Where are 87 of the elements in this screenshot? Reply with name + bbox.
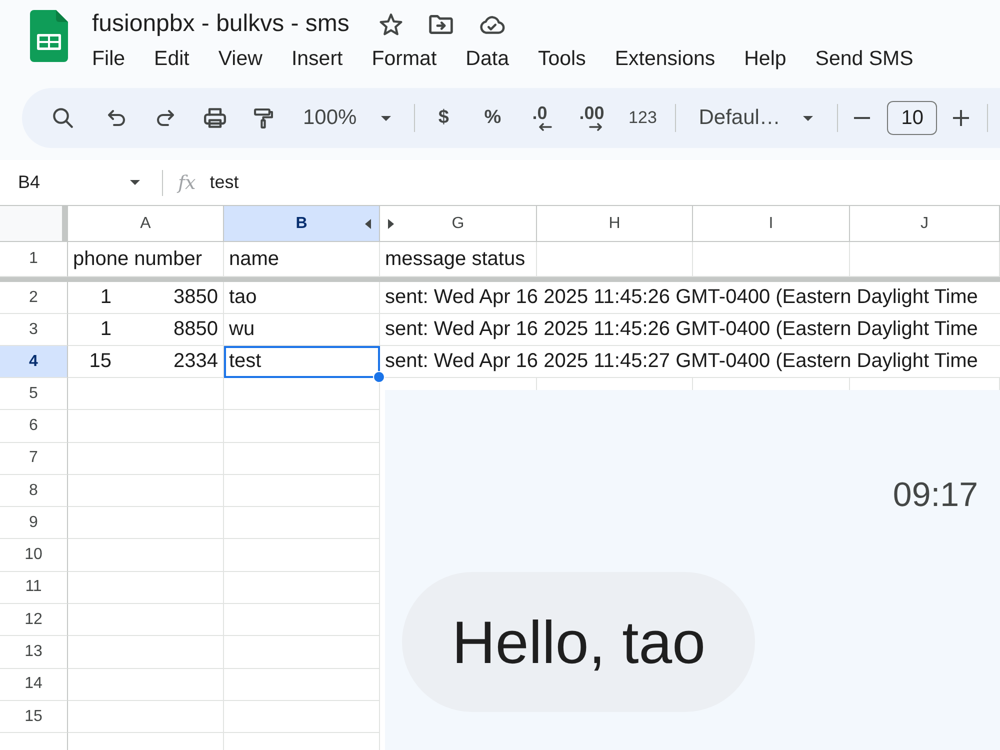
row-header[interactable]: 3 (0, 314, 68, 346)
row-header[interactable]: 10 (0, 539, 68, 572)
menu-item[interactable]: Insert (291, 47, 343, 71)
caret-down-icon (803, 116, 814, 120)
right-arrow-icon (589, 123, 602, 131)
triangle-left-icon[interactable] (365, 219, 371, 229)
menu-item[interactable]: Send SMS (815, 47, 914, 71)
row-header[interactable]: 11 (0, 572, 68, 604)
empty-cell[interactable] (224, 700, 380, 734)
menu-item[interactable]: Tools (538, 47, 586, 71)
select-all-corner[interactable] (0, 206, 68, 242)
phone-number-digits: 8850 (174, 318, 218, 341)
phone-number-digits: 3850 (174, 286, 218, 309)
column-header[interactable]: I (693, 206, 850, 242)
column-header[interactable]: G (380, 206, 537, 242)
row-header[interactable]: 9 (0, 507, 68, 540)
fill-handle[interactable] (373, 371, 385, 383)
search-icon (53, 108, 73, 128)
row-header[interactable]: 12 (0, 604, 68, 636)
row-header[interactable]: 13 (0, 636, 68, 669)
table-cell: sent: Wed Apr 16 2025 11:45:26 GMT-0400 (Eastern Daylight Time (380, 282, 1000, 314)
empty-cell[interactable] (224, 604, 380, 636)
currency-format-button[interactable]: $ (426, 98, 462, 138)
menu-item[interactable]: Data (466, 47, 509, 71)
table-cell: tao (224, 282, 380, 314)
row-header[interactable]: 2 (0, 282, 68, 314)
plus-icon (953, 110, 970, 126)
undo-icon (108, 110, 124, 126)
percent-format-button[interactable]: % (474, 98, 511, 138)
row-header[interactable]: 8 (0, 474, 68, 508)
empty-cell[interactable] (224, 410, 380, 443)
phone-number-digits: 1 (100, 286, 112, 309)
message-time: 09:17 (892, 475, 978, 515)
row-header[interactable]: 7 (0, 442, 68, 475)
caret-down-icon (380, 116, 391, 120)
cloud-check-icon[interactable] (479, 14, 506, 34)
caret-down-icon (130, 180, 140, 185)
empty-cell[interactable] (224, 474, 380, 508)
row-header[interactable]: 14 (0, 668, 68, 701)
row-header[interactable]: 5 (0, 378, 68, 410)
zoom-dropdown[interactable]: 100% (295, 98, 399, 138)
empty-cell[interactable] (224, 636, 380, 669)
menu-item[interactable]: Edit (154, 47, 190, 71)
row-header[interactable]: 4 (0, 346, 68, 378)
row-header[interactable]: 6 (0, 410, 68, 443)
number-format-button[interactable]: 123 (622, 98, 663, 138)
menu-item[interactable]: View (218, 47, 262, 71)
empty-cell[interactable] (224, 507, 380, 540)
formula-input[interactable]: test (210, 166, 1000, 198)
fx-label: fx (178, 172, 196, 194)
table-cell: sent: Wed Apr 16 2025 11:45:27 GMT-0400 (Eastern Daylight Time (380, 346, 1000, 378)
phone-number-digits: 1 (100, 318, 112, 341)
spreadsheet-logo-icon[interactable] (30, 10, 68, 62)
row-header[interactable]: 1 (0, 242, 68, 277)
print-icon (204, 108, 226, 128)
empty-cell[interactable] (224, 572, 380, 604)
table-cell: wu (224, 314, 380, 346)
font-dropdown[interactable]: Defaul… (688, 98, 824, 138)
empty-cell[interactable] (224, 668, 380, 701)
message-bubble: Hello, tao (402, 572, 756, 712)
triangle-right-icon[interactable] (388, 219, 394, 229)
left-arrow-icon (539, 123, 552, 131)
decrease-decimal-button[interactable]: .0 (520, 98, 560, 138)
menu-item[interactable]: Extensions (614, 47, 716, 71)
star-icon[interactable] (379, 12, 404, 36)
paint-roller-icon (254, 108, 272, 128)
phone-number-digits: 15 (89, 350, 112, 373)
table-cell: test (224, 346, 380, 378)
minus-icon (854, 117, 870, 119)
column-header[interactable]: A (68, 206, 224, 242)
menu-item[interactable]: Format (372, 47, 437, 71)
phone-number-digits: 2334 (174, 350, 218, 373)
font-size-field[interactable]: 10 (887, 101, 938, 135)
menu-item[interactable]: Help (744, 47, 786, 71)
empty-cell[interactable] (224, 539, 380, 572)
menu-item[interactable]: File (92, 47, 126, 71)
redo-icon (156, 110, 174, 126)
cell-reference-box[interactable]: B4 (8, 166, 150, 198)
column-header[interactable]: J (850, 206, 1000, 242)
increase-decimal-button[interactable]: .00 (570, 98, 614, 138)
row-header[interactable]: 15 (0, 700, 68, 734)
document-title[interactable]: fusionpbx - bulkvs - sms (92, 10, 350, 38)
column-header[interactable]: H (537, 206, 693, 242)
folder-arrow-icon[interactable] (429, 14, 454, 34)
table-cell: sent: Wed Apr 16 2025 11:45:26 GMT-0400 (Eastern Daylight Time (380, 314, 1000, 346)
column-header[interactable]: B (224, 206, 380, 242)
empty-cell[interactable] (224, 442, 380, 475)
